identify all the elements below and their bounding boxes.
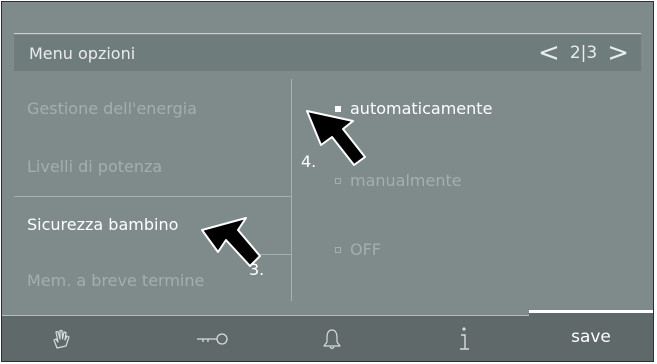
callout-step-3: 3. — [249, 260, 265, 279]
menu-item-energy-management[interactable]: Gestione dell'energia — [27, 99, 197, 118]
page-title: Menu opzioni — [29, 44, 136, 63]
page-indicator: 2|3 — [569, 43, 598, 63]
footer-bar: save — [2, 310, 653, 361]
display-screen: Menu opzioni < 2|3 > Gestione dell'energ… — [1, 1, 654, 362]
menu-item-power-levels[interactable]: Livelli di potenza — [27, 157, 162, 176]
menu-item-child-lock[interactable]: Sicurezza bambino — [27, 215, 178, 234]
top-divider — [14, 33, 641, 34]
radio-empty-icon — [335, 177, 341, 184]
chevron-right-icon[interactable]: > — [601, 40, 635, 66]
option-off[interactable]: OFF — [335, 240, 381, 259]
option-label: manualmente — [350, 171, 462, 190]
radio-empty-icon — [335, 246, 341, 253]
hand-icon[interactable] — [32, 316, 92, 361]
menu-item-short-term-memory[interactable]: Mem. a breve termine — [27, 271, 204, 290]
header-bar: Menu opzioni < 2|3 > — [14, 35, 641, 71]
info-icon[interactable] — [434, 316, 494, 361]
callout-step-4: 4. — [301, 152, 317, 171]
option-label: OFF — [350, 240, 381, 259]
bell-icon[interactable] — [302, 316, 362, 361]
save-button[interactable]: save — [529, 310, 653, 361]
chevron-left-icon[interactable]: < — [532, 40, 566, 66]
vertical-divider — [291, 79, 292, 301]
option-label: automaticamente — [350, 99, 493, 118]
option-manual[interactable]: manualmente — [335, 171, 462, 190]
menu-divider — [14, 196, 292, 197]
key-icon[interactable] — [182, 316, 242, 361]
pager: < 2|3 > — [532, 35, 635, 71]
